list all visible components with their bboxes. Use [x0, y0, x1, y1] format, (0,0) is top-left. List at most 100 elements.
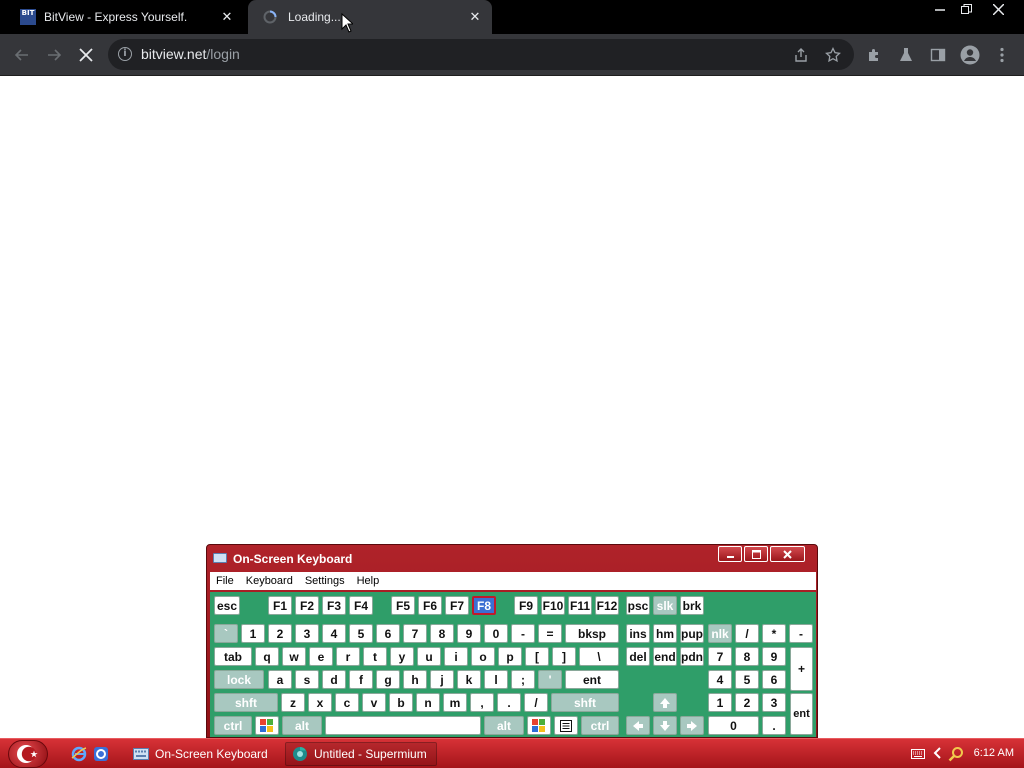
key-f11[interactable]: F11 — [568, 596, 592, 615]
key-6[interactable]: 6 — [376, 624, 400, 643]
taskbar-item-supermium[interactable]: Untitled - Supermium — [285, 742, 437, 766]
close-tab-icon[interactable]: ✕ — [468, 9, 482, 24]
key-num-1[interactable]: 1 — [708, 693, 732, 712]
key-h[interactable]: h — [403, 670, 427, 689]
key-f10[interactable]: F10 — [541, 596, 565, 615]
key-o[interactable]: o — [471, 647, 495, 666]
key-left-bracket[interactable]: [ — [525, 647, 549, 666]
key-semicolon[interactable]: ; — [511, 670, 535, 689]
key-7[interactable]: 7 — [403, 624, 427, 643]
key-num-8[interactable]: 8 — [735, 647, 759, 666]
key-8[interactable]: 8 — [430, 624, 454, 643]
key-t[interactable]: t — [363, 647, 387, 666]
menu-file[interactable]: File — [216, 575, 234, 587]
side-panel-icon[interactable] — [926, 43, 950, 67]
key-f[interactable]: f — [349, 670, 373, 689]
tray-expand-chevron-icon[interactable] — [932, 747, 942, 762]
key-q[interactable]: q — [255, 647, 279, 666]
key-slk[interactable]: slk — [653, 596, 677, 615]
taskbar-clock[interactable]: 6:12 AM — [974, 747, 1014, 759]
key-m[interactable]: m — [443, 693, 467, 712]
osk-close-button[interactable] — [770, 546, 805, 562]
key-v[interactable]: v — [362, 693, 386, 712]
tab-bitview[interactable]: BIT BitView - Express Yourself. ✕ — [8, 0, 244, 34]
key-f7[interactable]: F7 — [445, 596, 469, 615]
key-2[interactable]: 2 — [268, 624, 292, 643]
key-r[interactable]: r — [336, 647, 360, 666]
key-f8[interactable]: F8 — [472, 596, 496, 615]
key-brk[interactable]: brk — [680, 596, 704, 615]
key-w[interactable]: w — [282, 647, 306, 666]
key-left-ctrl[interactable]: ctrl — [214, 716, 252, 735]
key-e[interactable]: e — [309, 647, 333, 666]
key-end[interactable]: end — [653, 647, 677, 666]
restore-window-icon[interactable] — [954, 0, 978, 18]
key-9[interactable]: 9 — [457, 624, 481, 643]
key-5[interactable]: 5 — [349, 624, 373, 643]
key-left-alt[interactable]: alt — [282, 716, 322, 735]
key-num-6[interactable]: 6 — [762, 670, 786, 689]
key-num-enter[interactable]: ent — [790, 693, 813, 735]
key-c[interactable]: c — [335, 693, 359, 712]
more-menu-icon[interactable] — [990, 43, 1014, 67]
key-num-7[interactable]: 7 — [708, 647, 732, 666]
key-num-3[interactable]: 3 — [762, 693, 786, 712]
key-num-2[interactable]: 2 — [735, 693, 759, 712]
key-page-up[interactable]: pup — [680, 624, 704, 643]
key-num-divide[interactable]: / — [735, 624, 759, 643]
key-left-windows[interactable] — [255, 716, 279, 735]
key-f4[interactable]: F4 — [349, 596, 373, 615]
stop-loading-icon[interactable] — [74, 43, 98, 67]
key-right-shift[interactable]: shft — [551, 693, 619, 712]
address-bar[interactable]: i bitview.net/login — [108, 39, 854, 70]
key-esc[interactable]: esc — [214, 596, 240, 615]
key-b[interactable]: b — [389, 693, 413, 712]
key-f2[interactable]: F2 — [295, 596, 319, 615]
key-z[interactable]: z — [281, 693, 305, 712]
back-arrow-icon[interactable] — [10, 43, 34, 67]
key-s[interactable]: s — [295, 670, 319, 689]
menu-settings[interactable]: Settings — [305, 575, 345, 587]
key-f9[interactable]: F9 — [514, 596, 538, 615]
key-right-alt[interactable]: alt — [484, 716, 524, 735]
key-period[interactable]: . — [497, 693, 521, 712]
key-d[interactable]: d — [322, 670, 346, 689]
labs-flask-icon[interactable] — [894, 43, 918, 67]
key-backspace[interactable]: bksp — [565, 624, 619, 643]
key-psc[interactable]: psc — [626, 596, 650, 615]
osk-maximize-button[interactable] — [744, 546, 768, 562]
key-3[interactable]: 3 — [295, 624, 319, 643]
key-i[interactable]: i — [444, 647, 468, 666]
share-icon[interactable] — [791, 45, 811, 65]
key-f6[interactable]: F6 — [418, 596, 442, 615]
key-f1[interactable]: F1 — [268, 596, 292, 615]
key-a[interactable]: a — [268, 670, 292, 689]
key-equals[interactable]: = — [538, 624, 562, 643]
key-f3[interactable]: F3 — [322, 596, 346, 615]
key-space[interactable] — [325, 716, 481, 735]
key-delete[interactable]: del — [626, 647, 650, 666]
key-f12[interactable]: F12 — [595, 596, 619, 615]
extensions-puzzle-icon[interactable] — [862, 43, 886, 67]
key-num-0[interactable]: 0 — [708, 716, 759, 735]
key-1[interactable]: 1 — [241, 624, 265, 643]
key-backslash[interactable]: \ — [579, 647, 619, 666]
minimize-window-icon[interactable] — [928, 0, 952, 18]
close-window-icon[interactable] — [986, 0, 1010, 18]
key-num-minus[interactable]: - — [789, 624, 813, 643]
key-arrow-right[interactable] — [680, 716, 704, 735]
key-x[interactable]: x — [308, 693, 332, 712]
key-minus[interactable]: - — [511, 624, 535, 643]
key-backtick[interactable]: ` — [214, 624, 238, 643]
key-enter[interactable]: ent — [565, 670, 619, 689]
menu-keyboard[interactable]: Keyboard — [246, 575, 293, 587]
key-num-decimal[interactable]: . — [762, 716, 786, 735]
menu-help[interactable]: Help — [357, 575, 380, 587]
key-caps-lock[interactable]: lock — [214, 670, 264, 689]
osk-minimize-button[interactable] — [718, 546, 742, 562]
key-menu[interactable] — [554, 716, 578, 735]
key-num-plus[interactable]: + — [790, 647, 813, 691]
key-left-shift[interactable]: shft — [214, 693, 278, 712]
key-u[interactable]: u — [417, 647, 441, 666]
key-p[interactable]: p — [498, 647, 522, 666]
